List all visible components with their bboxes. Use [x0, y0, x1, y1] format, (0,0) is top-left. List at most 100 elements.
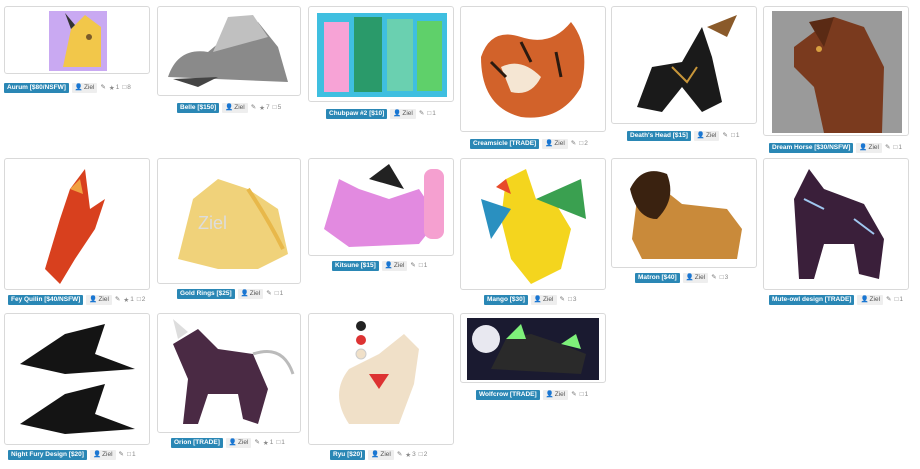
- thumbnail-image: [49, 11, 107, 71]
- character-name-link[interactable]: Kitsune [$15]: [332, 260, 379, 271]
- pencil-icon[interactable]: ✎: [560, 296, 565, 304]
- pencil-icon[interactable]: ✎: [119, 451, 124, 459]
- pencil-icon[interactable]: ✎: [419, 110, 424, 118]
- user-icon: 👤: [89, 295, 98, 303]
- thumbnail-image: [467, 318, 599, 380]
- character-name-link[interactable]: Ryu [$20]: [330, 449, 366, 460]
- thumbnail-image: [481, 22, 585, 118]
- user-icon: 👤: [393, 109, 402, 117]
- character-thumbnail[interactable]: [460, 158, 606, 290]
- owner-badge[interactable]: 👤 Ziel: [856, 142, 882, 153]
- comment-icon: □: [136, 296, 141, 303]
- character-name-link[interactable]: Wolfcrow [TRADE]: [476, 389, 540, 400]
- owner-badge[interactable]: 👤 Ziel: [542, 138, 568, 149]
- pencil-icon[interactable]: ✎: [722, 132, 727, 140]
- character-name-link[interactable]: Mango [$30]: [484, 294, 528, 305]
- owner-badge[interactable]: 👤 Ziel: [86, 294, 112, 305]
- owner-badge[interactable]: 👤 Ziel: [237, 288, 264, 299]
- owner-badge[interactable]: 👤 Ziel: [530, 294, 557, 305]
- character-thumbnail[interactable]: [4, 158, 150, 290]
- owner-badge[interactable]: 👤 Ziel: [368, 449, 394, 460]
- character-thumbnail[interactable]: [611, 6, 757, 124]
- character-thumbnail[interactable]: [611, 158, 757, 268]
- character-thumbnail[interactable]: [157, 313, 301, 433]
- thumbnail-image: [168, 15, 288, 87]
- pencil-icon[interactable]: ✎: [397, 451, 402, 459]
- star-icon: ★: [262, 439, 269, 447]
- pencil-icon[interactable]: ✎: [410, 262, 415, 270]
- user-icon: 👤: [696, 131, 705, 139]
- user-icon: 👤: [228, 438, 237, 446]
- user-icon: 👤: [860, 295, 869, 303]
- star-icon: ★: [405, 451, 412, 459]
- user-icon: 👤: [240, 289, 249, 297]
- character-name-link[interactable]: Aurum [$80/NSFW]: [4, 82, 69, 93]
- character-name-link[interactable]: Mute-owl design [TRADE]: [769, 294, 855, 305]
- character-thumbnail[interactable]: [763, 158, 909, 290]
- character-thumbnail[interactable]: [157, 6, 301, 96]
- owner-badge[interactable]: 👤 Ziel: [71, 82, 98, 93]
- thumbnail-image: [173, 319, 295, 424]
- pencil-icon[interactable]: ✎: [100, 84, 105, 92]
- comment-icon: □: [719, 274, 724, 281]
- owner-badge[interactable]: 👤 Ziel: [222, 102, 248, 113]
- character-name-link[interactable]: Chubpaw #2 [$10]: [326, 108, 388, 119]
- pencil-icon[interactable]: ✎: [571, 391, 576, 399]
- comment-count: □ 1: [127, 451, 136, 458]
- character-thumbnail[interactable]: [763, 6, 909, 136]
- character-thumbnail[interactable]: [308, 158, 454, 256]
- character-thumbnail[interactable]: [4, 6, 150, 74]
- owner-badge[interactable]: 👤 Ziel: [542, 389, 569, 400]
- pencil-icon[interactable]: ✎: [711, 274, 716, 282]
- user-icon: 👤: [92, 450, 102, 458]
- comment-icon: □: [730, 132, 735, 139]
- owner-badge[interactable]: 👤 Ziel: [89, 449, 116, 460]
- owner-badge[interactable]: 👤 Ziel: [693, 130, 720, 141]
- pencil-icon[interactable]: ✎: [266, 290, 271, 298]
- comment-count: □ 8: [122, 84, 131, 91]
- character-name-link[interactable]: Belle [$150]: [177, 102, 220, 113]
- comment-icon: □: [427, 110, 432, 117]
- character-name-link[interactable]: Creamsicle [TRADE]: [470, 138, 540, 149]
- comment-icon: □: [894, 296, 899, 303]
- owner-badge[interactable]: 👤 Ziel: [381, 260, 408, 271]
- comment-count: □ 2: [136, 296, 146, 303]
- star-icon: ★: [259, 104, 265, 112]
- comment-icon: □: [276, 439, 281, 446]
- pencil-icon[interactable]: ✎: [251, 104, 256, 112]
- character-thumbnail[interactable]: [460, 6, 606, 132]
- character-name-link[interactable]: Dream Horse [$30/NSFW]: [769, 142, 854, 153]
- thumbnail-image: [794, 169, 884, 279]
- character-thumbnail[interactable]: [4, 313, 150, 445]
- comment-icon: □: [579, 140, 584, 147]
- pencil-icon[interactable]: ✎: [115, 296, 120, 304]
- owner-badge[interactable]: 👤 Ziel: [225, 437, 252, 448]
- character-thumbnail[interactable]: [308, 313, 454, 445]
- character-name-link[interactable]: Night Fury Design [$20]: [8, 449, 87, 460]
- pencil-icon[interactable]: ✎: [885, 144, 890, 152]
- owner-badge[interactable]: 👤 Ziel: [857, 294, 884, 305]
- user-icon: 👤: [225, 103, 234, 111]
- character-name-link[interactable]: Death's Head [$15]: [627, 130, 691, 141]
- character-thumbnail[interactable]: [460, 313, 606, 383]
- owner-badge[interactable]: 👤 Ziel: [390, 108, 416, 119]
- thumbnail-image: [45, 169, 105, 284]
- thumbnail-image: [339, 321, 419, 424]
- thumbnail-image: [481, 169, 586, 284]
- character-name-link[interactable]: Orion [TRADE]: [171, 437, 223, 448]
- user-icon: 👤: [685, 273, 694, 281]
- like-count: ★ 1: [108, 84, 120, 92]
- comment-count: □ 1: [274, 290, 284, 297]
- comment-count: □ 1: [579, 391, 589, 398]
- character-thumbnail[interactable]: [308, 6, 454, 102]
- comment-icon: □: [579, 391, 584, 398]
- owner-badge[interactable]: 👤 Ziel: [682, 272, 709, 283]
- character-thumbnail[interactable]: Ziel: [157, 158, 301, 284]
- pencil-icon[interactable]: ✎: [571, 140, 576, 148]
- pencil-icon[interactable]: ✎: [886, 296, 891, 304]
- character-name-link[interactable]: Matron [$40]: [635, 272, 680, 283]
- pencil-icon[interactable]: ✎: [254, 439, 259, 447]
- character-name-link[interactable]: Gold Rings [$25]: [177, 288, 235, 299]
- user-icon: 👤: [384, 261, 393, 269]
- character-name-link[interactable]: Fey Quilin [$40/NSFW]: [8, 294, 84, 305]
